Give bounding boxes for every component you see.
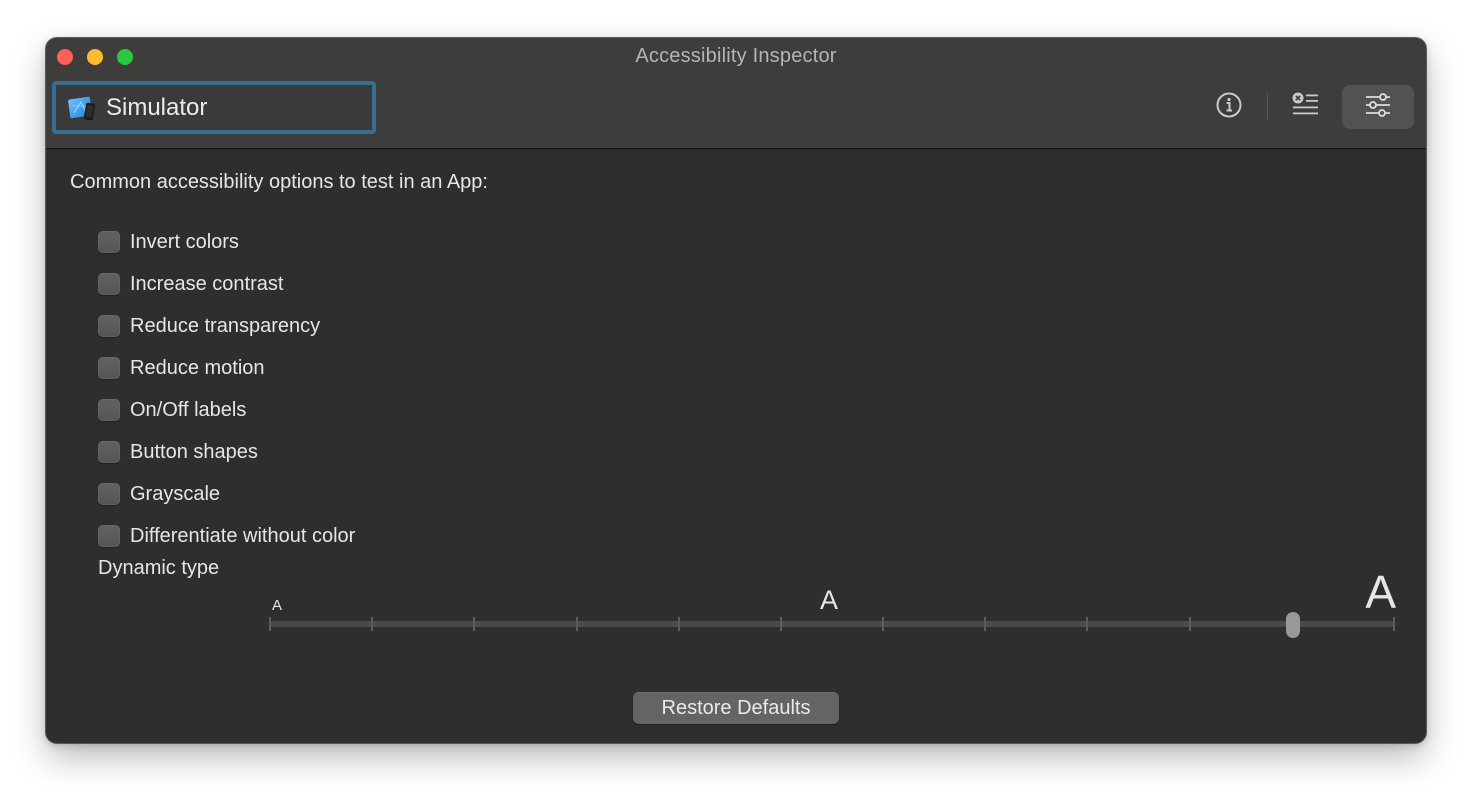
checkbox[interactable] bbox=[98, 483, 120, 505]
checkbox[interactable] bbox=[98, 441, 120, 463]
dynamic-type-label: Dynamic type bbox=[98, 557, 220, 579]
slider-tick bbox=[677, 617, 680, 631]
default-text-size-glyph: A bbox=[820, 585, 839, 615]
option-label: Invert colors bbox=[130, 230, 239, 253]
option-reduce-motion[interactable]: Reduce motion bbox=[98, 347, 355, 389]
slider-tick bbox=[779, 617, 782, 631]
options-list: Invert colors Increase contrast Reduce t… bbox=[98, 221, 355, 557]
settings-button[interactable] bbox=[1342, 85, 1414, 129]
settings-panel: Common accessibility options to test in … bbox=[46, 149, 1426, 743]
slider-track[interactable] bbox=[270, 621, 1394, 627]
option-label: On/Off labels bbox=[130, 398, 247, 421]
checkbox[interactable] bbox=[98, 231, 120, 253]
option-label: Increase contrast bbox=[130, 272, 284, 295]
toolbar-separator bbox=[1267, 93, 1268, 121]
info-circle-icon bbox=[1215, 91, 1243, 124]
option-label: Grayscale bbox=[130, 482, 221, 505]
option-grayscale[interactable]: Grayscale bbox=[98, 473, 355, 515]
window-title: Accessibility Inspector bbox=[635, 45, 837, 67]
slider-tick bbox=[575, 617, 578, 631]
checkbox[interactable] bbox=[98, 357, 120, 379]
option-label: Button shapes bbox=[130, 440, 258, 463]
option-label: Differentiate without color bbox=[130, 524, 356, 547]
checkbox[interactable] bbox=[98, 273, 120, 295]
audit-button[interactable] bbox=[1270, 85, 1342, 129]
slider-thumb[interactable] bbox=[1285, 612, 1300, 638]
option-label: Reduce motion bbox=[130, 356, 265, 379]
slider-tick bbox=[1393, 617, 1395, 631]
accessibility-inspector-window: Accessibility Inspector Simulator Common… bbox=[46, 38, 1426, 743]
simulator-app-icon bbox=[67, 94, 97, 122]
options-heading: Common accessibility options to test in … bbox=[70, 171, 488, 193]
titlebar-toolbar: Accessibility Inspector Simulator bbox=[46, 38, 1426, 149]
option-increase-contrast[interactable]: Increase contrast bbox=[98, 263, 355, 305]
checkbox[interactable] bbox=[98, 525, 120, 547]
slider-tick bbox=[1188, 617, 1191, 631]
slider-tick bbox=[984, 617, 987, 631]
large-text-size-glyph: A bbox=[1365, 566, 1396, 618]
small-text-size-glyph: A bbox=[272, 597, 283, 614]
dynamic-type-slider[interactable]: A A A bbox=[268, 566, 1396, 638]
target-label: Simulator bbox=[106, 93, 208, 121]
audit-list-icon bbox=[1291, 92, 1321, 123]
checkbox[interactable] bbox=[98, 399, 120, 421]
slider-tick bbox=[269, 617, 271, 631]
option-label: Reduce transparency bbox=[130, 314, 321, 337]
restore-defaults-button[interactable]: Restore Defaults bbox=[633, 692, 839, 724]
option-on-off-labels[interactable]: On/Off labels bbox=[98, 389, 355, 431]
slider-tick bbox=[1086, 617, 1089, 631]
sliders-icon bbox=[1364, 92, 1392, 123]
slider-tick bbox=[882, 617, 885, 631]
slider-tick bbox=[371, 617, 374, 631]
checkbox[interactable] bbox=[98, 315, 120, 337]
option-reduce-transparency[interactable]: Reduce transparency bbox=[98, 305, 355, 347]
option-differentiate-without-color[interactable]: Differentiate without color bbox=[98, 515, 355, 557]
option-button-shapes[interactable]: Button shapes bbox=[98, 431, 355, 473]
inspection-button[interactable] bbox=[1193, 85, 1265, 129]
target-chooser[interactable]: Simulator bbox=[52, 81, 376, 134]
toolbar-segmented-buttons bbox=[1193, 85, 1414, 129]
slider-tick bbox=[473, 617, 476, 631]
option-invert-colors[interactable]: Invert colors bbox=[98, 221, 355, 263]
